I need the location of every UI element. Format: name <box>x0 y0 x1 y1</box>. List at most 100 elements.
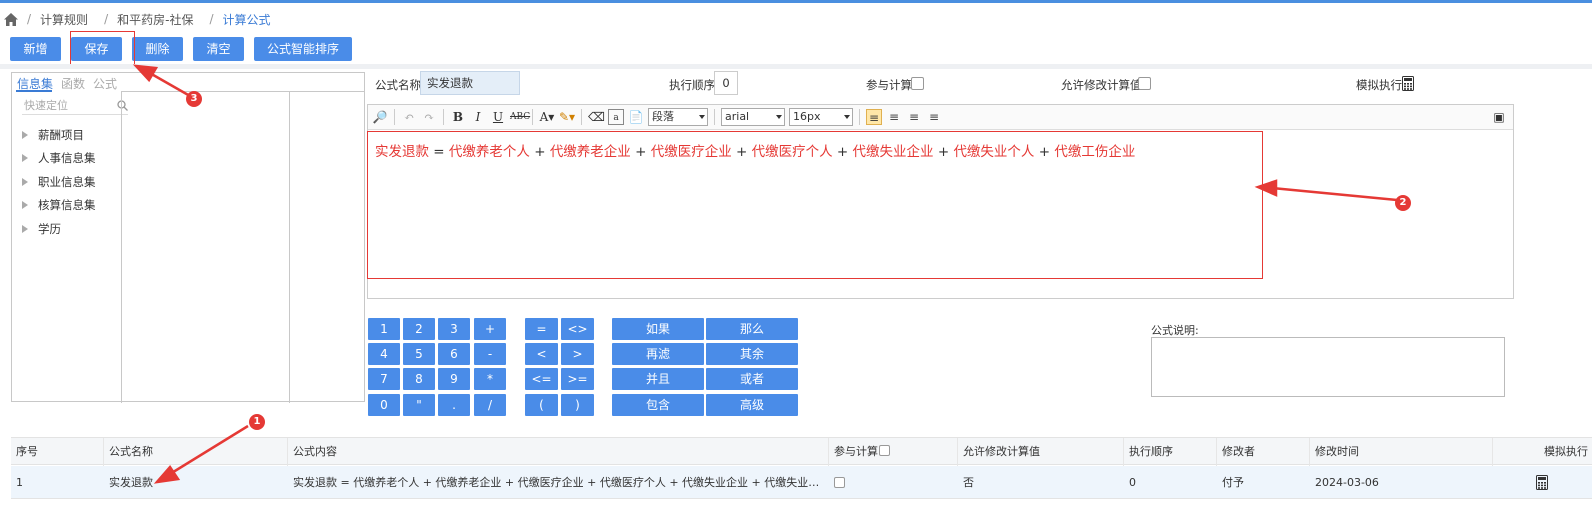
cell-content: 实发退款 = 代缴养老个人 + 代缴养老企业 + 代缴医疗企业 + 代缴医疗个人… <box>293 476 828 489</box>
expand-triangle-icon[interactable] <box>22 177 28 186</box>
annotation-marker-2: 2 <box>1395 195 1411 211</box>
key-greater-equal[interactable]: >= <box>561 368 594 390</box>
key-1[interactable]: 1 <box>368 318 400 340</box>
formula-content[interactable]: 实发退款 = 代缴养老个人 + 代缴养老企业 + 代缴医疗企业 + 代缴医疗个人… <box>367 131 1263 279</box>
table-row[interactable]: 1 实发退款 实发退款 = 代缴养老个人 + 代缴养老企业 + 代缴医疗企业 +… <box>11 466 1592 499</box>
font-family-select[interactable]: arial <box>721 108 785 126</box>
calculator-icon[interactable] <box>1402 76 1414 91</box>
formula-name-input[interactable]: 实发退款 <box>420 71 520 95</box>
key-contains[interactable]: 包含 <box>612 394 704 416</box>
key-quote[interactable]: " <box>403 394 435 416</box>
expand-triangle-icon[interactable] <box>22 201 28 210</box>
key-equal[interactable]: = <box>525 318 558 340</box>
strikethrough-icon[interactable]: ABC <box>510 109 530 125</box>
tree-item-label: 薪酬项目 <box>38 127 84 142</box>
key-3[interactable]: 3 <box>438 318 470 340</box>
home-icon[interactable] <box>4 12 18 26</box>
undo-icon[interactable]: ↶ <box>401 109 417 125</box>
key-not-equal[interactable]: <> <box>561 318 594 340</box>
key-less[interactable]: < <box>525 343 558 365</box>
formula-term: 代缴失业企业 <box>852 144 934 160</box>
key-2[interactable]: 2 <box>403 318 435 340</box>
key-and[interactable]: 并且 <box>612 368 704 390</box>
font-size-select[interactable]: 16px <box>789 108 853 126</box>
toolbar-separator <box>532 109 533 125</box>
formula-plus: + <box>736 144 748 160</box>
key-4[interactable]: 4 <box>368 343 400 365</box>
key-then[interactable]: 那么 <box>706 318 798 340</box>
key-0[interactable]: 0 <box>368 394 400 416</box>
expand-triangle-icon[interactable] <box>22 130 28 139</box>
execution-order-input[interactable]: 0 <box>714 71 738 95</box>
tab-formulas[interactable]: 公式 <box>93 75 117 92</box>
key-6[interactable]: 6 <box>438 343 470 365</box>
key-divide[interactable]: / <box>474 394 506 416</box>
key-plus[interactable]: + <box>474 318 506 340</box>
align-justify-icon[interactable]: ≡ <box>926 109 942 125</box>
column-header-name: 公式名称 <box>103 438 153 466</box>
expand-triangle-icon[interactable] <box>22 224 28 233</box>
align-center-icon[interactable]: ≡ <box>886 109 902 125</box>
tree-item[interactable]: 核算信息集 <box>20 194 96 218</box>
header-participate-checkbox[interactable] <box>879 445 890 456</box>
key-or[interactable]: 或者 <box>706 368 798 390</box>
preview-icon[interactable]: 🔎 <box>372 109 388 125</box>
expand-triangle-icon[interactable] <box>22 154 28 163</box>
align-left-icon[interactable]: ≡ <box>866 109 882 125</box>
description-textarea[interactable] <box>1151 337 1505 397</box>
add-button[interactable]: 新增 <box>10 37 61 61</box>
text-box-icon[interactable]: a <box>608 109 624 125</box>
quick-locate-input[interactable]: 快速定位 <box>22 97 128 115</box>
key-8[interactable]: 8 <box>403 368 435 390</box>
key-greater[interactable]: > <box>561 343 594 365</box>
key-dot[interactable]: . <box>438 394 470 416</box>
participate-checkbox[interactable] <box>911 77 924 90</box>
participate-label: 参与计算 <box>866 78 912 92</box>
italic-icon[interactable]: I <box>470 109 486 125</box>
column-header-modified-time: 修改时间 <box>1309 438 1359 466</box>
breadcrumb-item[interactable]: 和平药房-社保 <box>117 11 193 28</box>
search-icon[interactable] <box>117 100 128 111</box>
key-multiply[interactable]: * <box>474 368 506 390</box>
editor-toolbar: 🔎 ↶ ↷ B I U ABC A▾ ✎▾ ⌫ a 📄 段落 arial 16p… <box>368 105 1513 130</box>
breadcrumb-item[interactable]: 计算规则 <box>40 11 88 28</box>
key-minus[interactable]: - <box>474 343 506 365</box>
key-if[interactable]: 如果 <box>612 318 704 340</box>
row-participate-checkbox[interactable] <box>834 477 845 488</box>
delete-button[interactable]: 删除 <box>132 37 183 61</box>
key-less-equal[interactable]: <= <box>525 368 558 390</box>
toolbar-separator <box>443 109 444 125</box>
breadcrumb-item-current: 计算公式 <box>222 12 271 27</box>
paragraph-select[interactable]: 段落 <box>648 108 708 126</box>
align-right-icon[interactable]: ≡ <box>906 109 922 125</box>
column-divider <box>121 91 122 403</box>
key-5[interactable]: 5 <box>403 343 435 365</box>
key-9[interactable]: 9 <box>438 368 470 390</box>
formula-plus: + <box>937 144 950 160</box>
allow-modify-checkbox[interactable] <box>1138 77 1151 90</box>
underline-icon[interactable]: U <box>490 109 506 125</box>
font-color-icon[interactable]: A▾ <box>539 109 555 125</box>
clear-button[interactable]: 清空 <box>193 37 244 61</box>
key-open-paren[interactable]: ( <box>525 394 558 416</box>
key-filter[interactable]: 再滤 <box>612 343 704 365</box>
tab-functions[interactable]: 函数 <box>61 75 85 92</box>
tree-item[interactable]: 人事信息集 <box>20 147 96 171</box>
tree-item[interactable]: 学历 <box>20 217 96 241</box>
column-header-participate: 参与计算 <box>828 438 878 466</box>
smart-sort-button[interactable]: 公式智能排序 <box>254 37 352 61</box>
key-advanced[interactable]: 高级 <box>706 394 798 416</box>
formula-plus: + <box>836 144 849 160</box>
row-calculator-icon[interactable] <box>1536 475 1548 490</box>
tree-item[interactable]: 职业信息集 <box>20 170 96 194</box>
tree-item[interactable]: 薪酬项目 <box>20 123 96 147</box>
redo-icon[interactable]: ↷ <box>421 109 437 125</box>
key-7[interactable]: 7 <box>368 368 400 390</box>
highlight-color-icon[interactable]: ✎▾ <box>559 109 575 125</box>
fullscreen-icon[interactable]: ▣ <box>1491 109 1507 125</box>
bold-icon[interactable]: B <box>450 109 466 125</box>
eraser-icon[interactable]: ⌫ <box>588 109 605 125</box>
key-close-paren[interactable]: ) <box>561 394 594 416</box>
document-icon[interactable]: 📄 <box>628 109 644 125</box>
key-else[interactable]: 其余 <box>706 343 798 365</box>
